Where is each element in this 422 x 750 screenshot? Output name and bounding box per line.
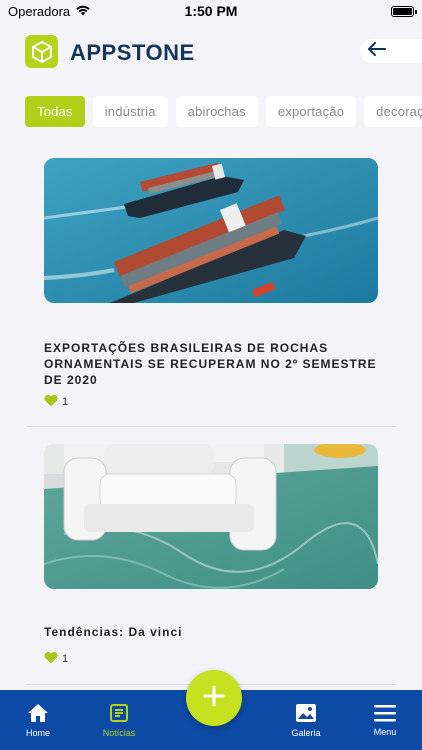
wifi-icon xyxy=(75,4,91,19)
like-counter[interactable]: 1 xyxy=(44,651,68,667)
chip-abirochas[interactable]: abirochas xyxy=(175,96,258,127)
card-divider xyxy=(26,426,396,427)
news-card-image[interactable] xyxy=(44,158,378,303)
news-card-title[interactable]: Tendências: Da vinci xyxy=(44,624,384,640)
arrow-left-icon xyxy=(368,41,386,61)
news-card-image[interactable] xyxy=(44,444,378,589)
nav-home-label: Home xyxy=(25,727,50,738)
nav-news[interactable]: Notícias xyxy=(96,690,142,750)
app-name: APPSTONE xyxy=(70,40,195,65)
carrier-label: Operadora xyxy=(8,3,71,19)
nav-gallery[interactable]: Galeria xyxy=(285,690,327,750)
plus-icon xyxy=(203,685,225,712)
app-header: APPSTONE xyxy=(0,30,422,72)
cargo-ships-photo xyxy=(44,158,378,303)
add-button[interactable] xyxy=(186,670,242,726)
nav-news-label: Notícias xyxy=(102,727,136,738)
battery-icon xyxy=(391,5,417,17)
home-icon xyxy=(27,703,49,725)
nav-gallery-label: Galeria xyxy=(291,727,321,738)
white-armchair-marble-floor-photo xyxy=(44,444,378,589)
status-bar: Operadora 1:50 PM xyxy=(0,0,422,22)
heart-icon xyxy=(44,651,58,667)
hamburger-menu-icon xyxy=(374,704,396,724)
nav-menu-label: Menu xyxy=(373,726,397,737)
image-gallery-icon xyxy=(295,703,317,725)
status-left: Operadora xyxy=(8,4,91,19)
chip-exportacao[interactable]: exportação xyxy=(265,96,357,127)
nav-menu[interactable]: Menu xyxy=(366,690,404,750)
category-filter-bar: Todas indústria abirochas exportação dec… xyxy=(25,96,422,127)
heart-icon xyxy=(44,394,58,410)
like-counter[interactable]: 1 xyxy=(44,394,68,410)
like-count: 1 xyxy=(62,653,69,665)
nav-home[interactable]: Home xyxy=(18,690,58,750)
chip-decoracao[interactable]: decoraç xyxy=(364,96,422,127)
like-count: 1 xyxy=(62,396,69,408)
chip-industria[interactable]: indústria xyxy=(92,96,168,127)
appstone-logo-icon xyxy=(25,35,58,68)
back-button[interactable] xyxy=(360,39,422,63)
chip-todas[interactable]: Todas xyxy=(25,96,85,127)
newspaper-icon xyxy=(109,703,129,725)
news-card-title[interactable]: EXPORTAÇÕES BRASILEIRAS DE ROCHAS ORNAME… xyxy=(44,340,384,388)
